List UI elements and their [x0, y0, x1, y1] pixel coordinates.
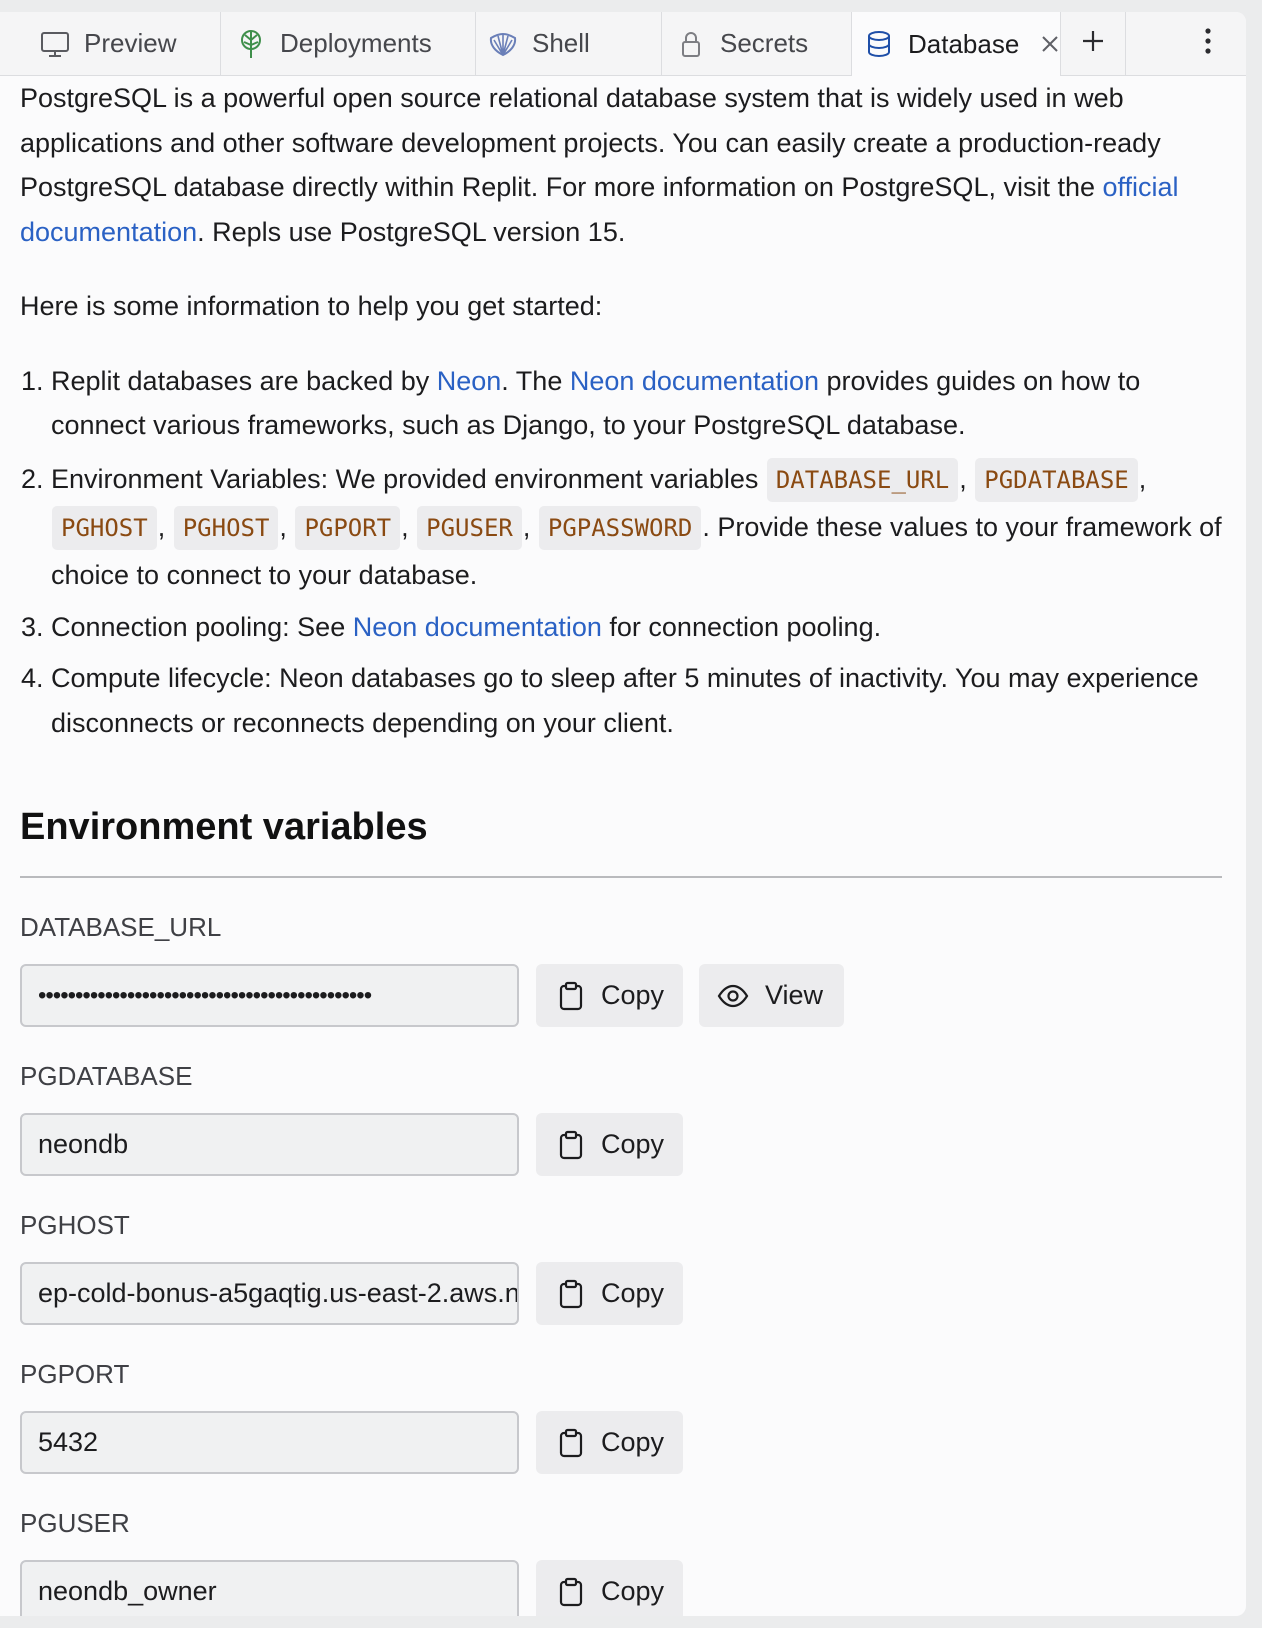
- copy-pgdatabase-button[interactable]: Copy: [536, 1113, 683, 1176]
- list-item: Replit databases are backed by Neon. The…: [51, 359, 1222, 448]
- neon-documentation-link[interactable]: Neon documentation: [570, 366, 819, 396]
- lock-icon: [676, 29, 706, 59]
- copy-pguser-button[interactable]: Copy: [536, 1560, 683, 1616]
- add-tab-button[interactable]: [1061, 12, 1126, 75]
- clipboard-icon: [557, 1130, 585, 1160]
- database-url-field[interactable]: ••••••••••••••••••••••••••••••••••••••••…: [20, 964, 519, 1027]
- list-text: Connection pooling: See: [51, 611, 353, 642]
- help-intro: Here is some information to help you get…: [20, 291, 603, 321]
- list-text: Environment Variables: We provided envir…: [51, 463, 766, 494]
- deployments-icon: [236, 29, 266, 59]
- database-panel: Preview Deployments Shell Secrets Databa…: [0, 12, 1246, 1616]
- tab-label: Secrets: [720, 28, 809, 58]
- tab-label: Shell: [532, 28, 590, 58]
- pgdatabase-field[interactable]: neondb: [20, 1113, 519, 1176]
- list-item: Connection pooling: See Neon documentati…: [51, 605, 1222, 650]
- env-code: PGUSER: [417, 505, 522, 550]
- tab-deployments[interactable]: Deployments: [221, 12, 476, 75]
- copy-label: Copy: [601, 1278, 665, 1308]
- intro-text: PostgreSQL is a powerful open source rel…: [20, 83, 1161, 202]
- plus-icon: [1081, 29, 1105, 58]
- pguser-field[interactable]: neondb_owner: [20, 1560, 519, 1616]
- intro-paragraph: PostgreSQL is a powerful open source rel…: [20, 76, 1222, 254]
- tab-secrets[interactable]: Secrets: [662, 12, 852, 75]
- neon-link[interactable]: Neon: [437, 366, 502, 396]
- info-list: Replit databases are backed by Neon. The…: [20, 359, 1222, 746]
- tab-database[interactable]: Database: [852, 12, 1061, 76]
- copy-label: Copy: [601, 1576, 665, 1606]
- tab-shell[interactable]: Shell: [476, 12, 662, 75]
- clipboard-icon: [557, 1428, 585, 1458]
- copy-database-url-button[interactable]: Copy: [536, 964, 683, 1027]
- env-label-pguser: PGUSER: [20, 1508, 130, 1538]
- monitor-icon: [40, 29, 70, 59]
- env-label-pghost: PGHOST: [20, 1210, 130, 1240]
- more-vertical-icon: [1204, 27, 1212, 60]
- copy-pghost-button[interactable]: Copy: [536, 1262, 683, 1325]
- env-label-database-url: DATABASE_URL: [20, 912, 222, 942]
- more-options-button[interactable]: [1188, 12, 1228, 75]
- list-item: Environment Variables: We provided envir…: [51, 456, 1222, 599]
- tab-label: Preview: [84, 28, 177, 58]
- env-code: PGPASSWORD: [538, 505, 702, 550]
- copy-label: Copy: [601, 1427, 665, 1457]
- list-text: Replit databases are backed by: [51, 365, 437, 396]
- database-icon: [864, 29, 894, 59]
- tab-bar: Preview Deployments Shell Secrets Databa…: [0, 12, 1246, 76]
- close-icon[interactable]: [1041, 29, 1059, 60]
- view-database-url-button[interactable]: View: [699, 964, 844, 1027]
- clipboard-icon: [557, 1279, 585, 1309]
- tab-label: Database: [908, 28, 1020, 59]
- env-code: PGDATABASE: [975, 457, 1138, 502]
- env-code: DATABASE_URL: [766, 457, 959, 502]
- copy-label: Copy: [601, 1129, 665, 1159]
- list-text: for connection pooling.: [601, 611, 882, 642]
- pgport-field[interactable]: 5432: [20, 1411, 519, 1474]
- tab-preview[interactable]: Preview: [0, 12, 221, 75]
- env-label-pgdatabase: PGDATABASE: [20, 1061, 193, 1091]
- neon-pooling-documentation-link[interactable]: Neon documentation: [353, 612, 602, 642]
- view-label: View: [765, 980, 824, 1010]
- database-info: PostgreSQL is a powerful open source rel…: [20, 76, 1222, 745]
- tab-label: Deployments: [280, 28, 432, 58]
- copy-pgport-button[interactable]: Copy: [536, 1411, 683, 1474]
- shell-icon: [488, 29, 518, 59]
- intro-text-end: . Repls use PostgreSQL version 15.: [197, 216, 626, 247]
- list-text: Compute lifecycle: Neon databases go to …: [51, 663, 1199, 738]
- env-variables-heading: Environment variables: [20, 806, 428, 848]
- env-code: PGHOST: [52, 505, 157, 550]
- clipboard-icon: [557, 981, 585, 1011]
- clipboard-icon: [557, 1577, 585, 1607]
- env-label-pgport: PGPORT: [20, 1359, 130, 1389]
- copy-label: Copy: [601, 980, 665, 1010]
- pghost-field[interactable]: ep-cold-bonus-a5gaqtig.us-east-2.aws.neo…: [20, 1262, 519, 1325]
- env-code: PGPORT: [295, 505, 401, 550]
- list-item: Compute lifecycle: Neon databases go to …: [51, 656, 1222, 745]
- eye-icon: [717, 981, 749, 1011]
- env-code: PGHOST: [173, 505, 279, 550]
- list-text: . The: [501, 365, 570, 396]
- divider: [20, 876, 1222, 878]
